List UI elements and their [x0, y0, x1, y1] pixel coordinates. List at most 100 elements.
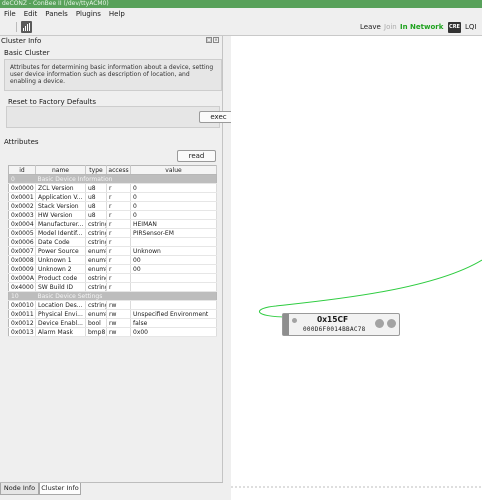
column-access[interactable]: access [106, 165, 131, 175]
table-group-row[interactable]: 10 Basic Device Settings [8, 291, 217, 301]
column-id[interactable]: id [8, 165, 36, 175]
column-name[interactable]: name [35, 165, 86, 175]
cell-name: Model Identif... [35, 228, 86, 238]
menu-help[interactable]: Help [105, 10, 129, 18]
cell-id: 0x0012 [8, 318, 36, 328]
menu-bar: File Edit Panels Plugins Help [0, 8, 482, 19]
cell-value: 0 [130, 192, 217, 202]
table-row[interactable]: 0x000AProduct codeostringr [8, 273, 217, 283]
table-row[interactable]: 0x0000 ZCL Version u8 r 0 [8, 183, 217, 193]
node-endpoint-dot[interactable] [387, 319, 396, 328]
node-stripe [283, 314, 289, 335]
cell-access: r [106, 183, 131, 193]
node-endpoint-dot[interactable] [375, 319, 384, 328]
cell-type: enum8 [85, 309, 107, 319]
float-panel-icon[interactable]: □ [206, 37, 212, 43]
leave-button[interactable]: Leave [360, 23, 381, 31]
menu-file[interactable]: File [0, 10, 20, 18]
cell-id: 0x4000 [8, 282, 36, 292]
reset-title: Reset to Factory Defaults [8, 98, 97, 106]
cell-type: enum8 [85, 264, 107, 274]
join-button[interactable]: Join [384, 23, 397, 31]
menu-edit[interactable]: Edit [20, 10, 42, 18]
cell-type: enum8 [85, 246, 107, 256]
cell-access: r [106, 192, 131, 202]
cell-id: 0x0006 [8, 237, 36, 247]
cell-name: Application V... [35, 192, 86, 202]
table-row[interactable]: 0x4000 SW Build ID cstring r [8, 282, 217, 292]
reset-box [6, 106, 220, 128]
cell-id: 0x0002 [8, 201, 36, 211]
lqi-button[interactable]: LQI [465, 23, 476, 31]
cell-type: enum8 [85, 255, 107, 265]
table-row[interactable]: 0x0010 Location Des... cstring rw [8, 300, 217, 310]
group-name: Basic Device Settings [35, 291, 217, 301]
cell-access: r [106, 264, 131, 274]
cell-value: 0x00 [130, 327, 217, 337]
table-row[interactable]: 0x0003 HW Version u8 r 0 [8, 210, 217, 220]
menu-plugins[interactable]: Plugins [72, 10, 105, 18]
cell-value: false [130, 318, 217, 328]
table-row[interactable]: 0x0004 Manufacturer... cstring r HEIMAN [8, 219, 217, 229]
table-row[interactable]: 0x0001 Application V... u8 r 0 [8, 192, 217, 202]
close-panel-icon[interactable]: × [213, 37, 219, 43]
cell-access: r [106, 246, 131, 256]
cell-access: r [106, 210, 131, 220]
cell-value: 0 [130, 183, 217, 193]
cell-value [130, 300, 217, 310]
cell-name: HW Version [35, 210, 86, 220]
cell-id: 0x0001 [8, 192, 36, 202]
table-row[interactable]: 0x0009Unknown 2enum8r00 [8, 264, 217, 274]
table-row[interactable]: 0x0008Unknown 1enum8r00 [8, 255, 217, 265]
cell-type: cstring [85, 282, 107, 292]
cell-name: Unknown 1 [35, 255, 86, 265]
cell-access: r [106, 228, 131, 238]
attributes-title: Attributes [4, 138, 39, 146]
table-row[interactable]: 0x0012 Device Enabl... bool rw false [8, 318, 217, 328]
cell-access: r [106, 255, 131, 265]
group-id: 10 [8, 291, 36, 301]
node-card[interactable]: 0x15CF 000D6F0014BBAC78 [282, 313, 400, 336]
cell-id: 0x0004 [8, 219, 36, 229]
cell-access: r [106, 282, 131, 292]
network-links [231, 259, 482, 488]
tab-node-info[interactable]: Node Info [0, 483, 39, 495]
table-row[interactable]: 0x0005 Model Identif... cstring r PIRSensor-… [8, 228, 217, 238]
column-value[interactable]: value [130, 165, 217, 175]
network-canvas[interactable] [231, 36, 482, 500]
cell-type: cstring [85, 237, 107, 247]
read-button[interactable]: read [177, 150, 216, 162]
node-endpoint-dot[interactable] [292, 318, 297, 323]
cell-value [130, 282, 217, 292]
toolbar: Leave Join In Network CRE LQI [0, 19, 482, 36]
cell-name: Unknown 2 [35, 264, 86, 274]
table-header: id name type access value [8, 165, 217, 175]
bar-graph-icon[interactable] [21, 21, 32, 33]
window-title: deCONZ - ConBee II (/dev/ttyACM0) [0, 0, 482, 8]
toolbar-divider [16, 22, 17, 32]
cell-name: Product code [35, 273, 86, 283]
cell-access: r [106, 219, 131, 229]
table-row[interactable]: 0x0006 Date Code cstring r [8, 237, 217, 247]
cell-name: Physical Envi... [35, 309, 86, 319]
table-row[interactable]: 0x0002 Stack Version u8 r 0 [8, 201, 217, 211]
cell-id: 0x0008 [8, 255, 36, 265]
table-row[interactable]: 0x0011Physical Envi...enum8rwUnspecified… [8, 309, 217, 319]
tab-cluster-info[interactable]: Cluster Info [39, 483, 81, 495]
cell-value [130, 273, 217, 283]
menu-panels[interactable]: Panels [41, 10, 72, 18]
cell-name: Alarm Mask [35, 327, 86, 337]
cell-name: Date Code [35, 237, 86, 247]
network-status: In Network [400, 23, 444, 31]
cell-value: 0 [130, 201, 217, 211]
table-row[interactable]: 0x0007Power Sourceenum8rUnknown [8, 246, 217, 256]
cell-id: 0x0013 [8, 327, 36, 337]
cell-value: HEIMAN [130, 219, 217, 229]
cell-id: 0x0005 [8, 228, 36, 238]
column-type[interactable]: type [85, 165, 107, 175]
cell-access: rw [106, 318, 131, 328]
table-row[interactable]: 0x0013 Alarm Mask bmp8 rw 0x00 [8, 327, 217, 337]
cell-value: PIRSensor-EM [130, 228, 217, 238]
cre-button[interactable]: CRE [448, 22, 461, 33]
table-group-row[interactable]: 0 Basic Device Information [8, 174, 217, 184]
